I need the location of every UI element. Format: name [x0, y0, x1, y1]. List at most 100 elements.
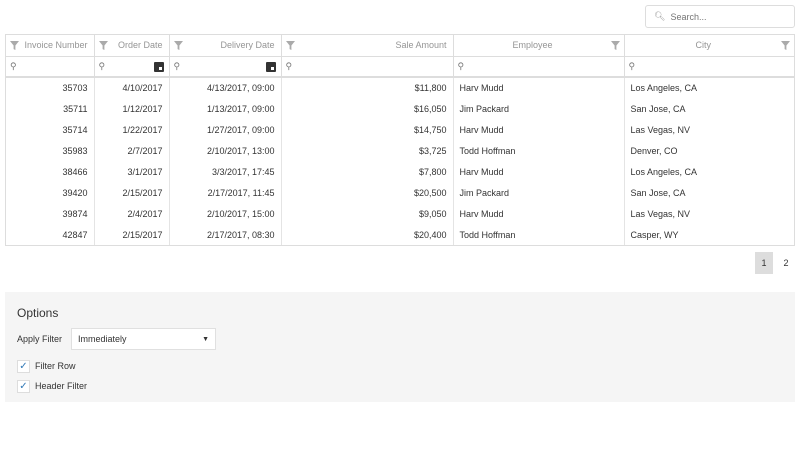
apply-filter-select[interactable]: Immediately ▼ [71, 328, 217, 350]
table-row[interactable]: 35711 1/12/2017 1/13/2017, 09:00 $16,050 Jim… [6, 98, 794, 119]
pager: 12 [755, 252, 795, 274]
table-cell: $16,050 [281, 98, 454, 119]
column-header[interactable]: Delivery Date [169, 35, 282, 57]
table-cell: 2/4/2017 [94, 203, 170, 224]
table-row[interactable]: 35983 2/7/2017 2/10/2017, 13:00 $3,725 Todd … [6, 140, 794, 161]
column-header-label: Delivery Date [220, 40, 275, 51]
table-cell: $9,050 [281, 203, 454, 224]
filter-row-label: Filter Row [35, 361, 76, 371]
table-cell: 35711 [6, 98, 95, 119]
data-grid: Invoice Number Order Date Delivery Date Sal… [5, 34, 795, 246]
table-cell: 3/1/2017 [94, 161, 170, 182]
table-cell: $7,800 [281, 161, 454, 182]
table-cell: 2/10/2017, 15:00 [169, 203, 282, 224]
table-cell: Las Vegas, NV [630, 124, 691, 135]
column-header[interactable]: Order Date [94, 35, 170, 57]
table-cell: 2/10/2017, 13:00 [169, 140, 282, 161]
table-cell: Los Angeles, CA [630, 83, 698, 93]
search-icon: ⚲ [457, 60, 465, 71]
table-cell: $20,400 [281, 224, 454, 245]
table-cell: $20,500 [281, 182, 454, 203]
table-cell: San Jose, CA [630, 187, 686, 198]
table-cell: 2/17/2017, 11:45 [169, 182, 282, 203]
table-row[interactable]: 39420 2/15/2017 2/17/2017, 11:45 $20,500 Jim… [6, 182, 794, 203]
search-icon: ⚲ [173, 60, 181, 71]
table-cell: 4/10/2017 [94, 77, 170, 98]
table-row[interactable]: 42847 2/15/2017 2/17/2017, 08:30 $20,400 Tod… [6, 224, 794, 245]
table-row[interactable]: 38466 3/1/2017 3/3/2017, 17:45 $7,800 Harv M… [6, 161, 794, 182]
table-cell: 1/12/2017 [94, 98, 170, 119]
search-icon: ⚲ [285, 60, 293, 71]
table-cell: Jim Packard [453, 182, 625, 203]
apply-filter-label: Apply Filter [17, 334, 63, 344]
filter-cell[interactable]: ⚲ [281, 56, 454, 78]
table-cell: Harv Mudd [453, 161, 625, 182]
table-row[interactable]: 35714 1/22/2017 1/27/2017, 09:00 $14,750 Har… [6, 119, 794, 140]
column-header-label: Order Date [117, 40, 163, 51]
search-icon: ⚲ [98, 60, 106, 71]
table-cell: Denver, CO [630, 145, 678, 156]
table-cell: 2/17/2017, 08:30 [169, 224, 282, 245]
page-button[interactable]: 2 [777, 252, 795, 274]
column-header-label: City [695, 40, 712, 51]
apply-filter-value: Immediately [78, 334, 127, 344]
table-row[interactable]: 39874 2/4/2017 2/10/2017, 15:00 $9,050 Harv … [6, 203, 794, 224]
header-filter-label: Header Filter [35, 381, 88, 391]
filter-row-checkbox[interactable]: ✓ Filter Row [17, 359, 783, 373]
page-button[interactable]: 1 [755, 252, 773, 274]
table-cell: 38466 [6, 161, 95, 182]
column-header-label: Invoice Number [24, 40, 88, 51]
column-header-label: Employee [512, 40, 553, 51]
table-cell: 35714 [6, 119, 95, 140]
table-cell: 2/15/2017 [94, 224, 170, 245]
table-cell: Casper, WY [630, 229, 679, 240]
calendar-icon[interactable] [265, 61, 276, 72]
options-panel: Options Apply Filter Immediately ▼ ✓ Fil… [5, 292, 795, 402]
filter-funnel-icon[interactable] [98, 41, 108, 50]
table-cell: 4/13/2017, 09:00 [169, 77, 282, 98]
column-header[interactable]: Sale Amount [281, 35, 454, 57]
table-cell: $3,725 [281, 140, 454, 161]
column-header[interactable]: City [624, 35, 794, 57]
filter-cell[interactable]: ⚲ [94, 56, 170, 78]
dropdown-arrow-icon: ▼ [202, 335, 210, 343]
table-cell: Harv Mudd [453, 77, 625, 98]
column-header[interactable]: Invoice Number [6, 35, 95, 57]
table-row[interactable]: 35703 4/10/2017 4/13/2017, 09:00 $11,800 Har… [6, 77, 794, 98]
filter-funnel-icon[interactable] [10, 41, 19, 50]
table-cell: $14,750 [281, 119, 454, 140]
search-icon: ⚲ [628, 60, 636, 71]
calendar-icon[interactable] [153, 61, 164, 72]
table-cell: 1/13/2017, 09:00 [169, 98, 282, 119]
filter-cell[interactable]: ⚲ [453, 56, 625, 78]
filter-funnel-icon[interactable] [610, 41, 620, 50]
table-cell: 3/3/2017, 17:45 [169, 161, 282, 182]
table-cell: Harv Mudd [453, 203, 625, 224]
filter-funnel-icon[interactable] [781, 41, 790, 50]
table-cell: 35983 [6, 140, 95, 161]
search-box[interactable]: 🔍︎ [645, 5, 795, 28]
table-cell: 2/15/2017 [94, 182, 170, 203]
table-cell: San Jose, CA [630, 103, 686, 114]
table-cell: Las Vegas, NV [630, 208, 691, 219]
options-title: Options [17, 306, 59, 320]
checkmark-icon: ✓ [17, 379, 30, 393]
table-cell: 2/7/2017 [94, 140, 170, 161]
table-cell: $11,800 [281, 77, 454, 98]
table-cell: Todd Hoffman [453, 140, 625, 161]
table-cell: Harv Mudd [453, 119, 625, 140]
header-filter-checkbox[interactable]: ✓ Header Filter [17, 379, 783, 393]
search-input[interactable] [670, 11, 791, 22]
table-cell: 35703 [6, 77, 95, 98]
search-icon: ⚲ [10, 60, 17, 71]
filter-funnel-icon[interactable] [173, 41, 183, 50]
filter-cell[interactable]: ⚲ [624, 56, 794, 78]
table-cell: 1/22/2017 [94, 119, 170, 140]
column-header[interactable]: Employee [453, 35, 625, 57]
filter-cell[interactable]: ⚲ [6, 56, 95, 78]
filter-funnel-icon[interactable] [285, 41, 295, 50]
table-cell: Los Angeles, CA [630, 166, 698, 177]
table-cell: 39874 [6, 203, 95, 224]
filter-cell[interactable]: ⚲ [169, 56, 282, 78]
column-header-label: Sale Amount [395, 40, 447, 51]
